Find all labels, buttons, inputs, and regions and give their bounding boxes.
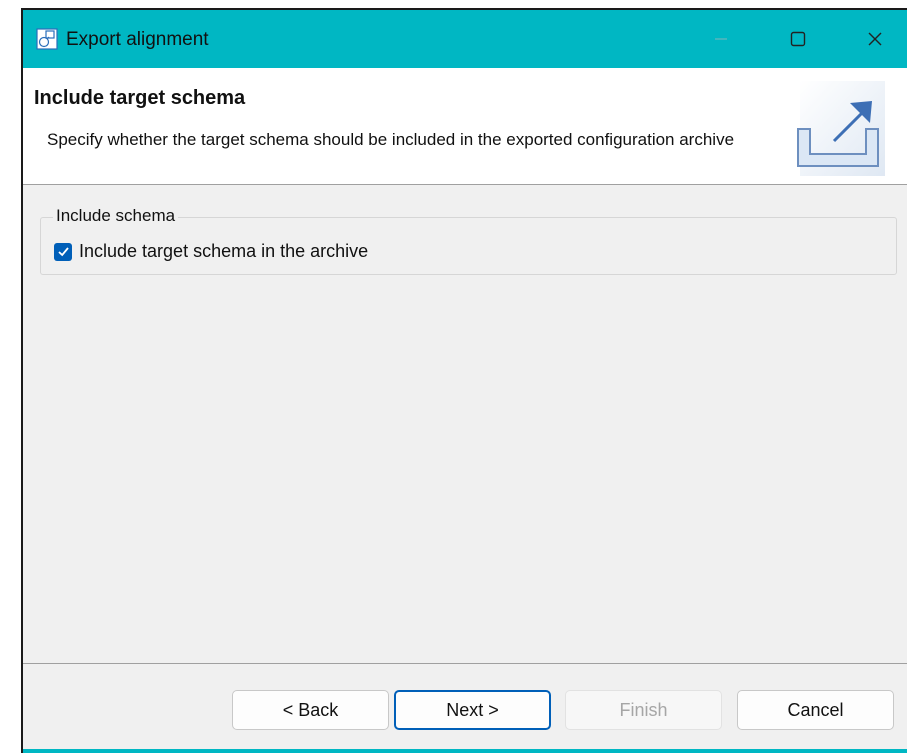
window-title: Export alignment (66, 29, 209, 50)
next-button[interactable]: Next > (394, 690, 551, 730)
window-bottom-border (23, 749, 907, 753)
footer-separator (23, 663, 907, 664)
export-icon (797, 81, 885, 176)
group-label: Include schema (53, 206, 179, 226)
close-button[interactable] (845, 10, 905, 68)
finish-button[interactable]: Finish (565, 690, 722, 730)
wizard-app-icon (36, 28, 58, 50)
wizard-header: Include target schema Specify whether th… (23, 68, 907, 185)
minimize-icon (715, 38, 727, 40)
maximize-icon (790, 31, 806, 47)
checkbox-box[interactable] (54, 242, 72, 261)
maximize-button[interactable] (768, 10, 828, 68)
checkmark-icon (57, 247, 69, 257)
minimize-button[interactable] (691, 10, 751, 68)
back-button[interactable]: < Back (232, 690, 389, 730)
cancel-button[interactable]: Cancel (737, 690, 894, 730)
close-icon (868, 32, 882, 46)
page-description: Specify whether the target schema should… (47, 130, 735, 149)
include-target-schema-checkbox[interactable]: Include target schema in the archive (54, 241, 368, 262)
title-bar[interactable]: Export alignment (23, 10, 907, 68)
export-wizard-window: Export alignment Include target schema S… (21, 8, 907, 753)
page-title: Include target schema (34, 87, 246, 109)
checkbox-label[interactable]: Include target schema in the archive (79, 241, 368, 262)
